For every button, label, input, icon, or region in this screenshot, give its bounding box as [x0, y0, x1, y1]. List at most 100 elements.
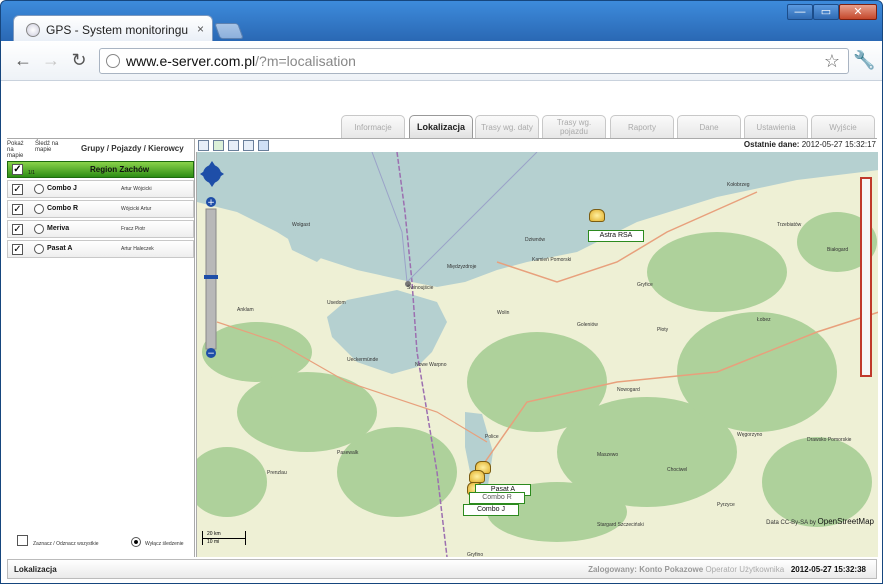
close-window-button[interactable]: ✕ — [839, 4, 877, 20]
place-label: Maszewo — [597, 452, 619, 458]
tab-6[interactable]: Dane — [677, 115, 741, 138]
wrench-icon[interactable]: 🔧 — [853, 50, 875, 71]
show-on-map-checkbox[interactable]: ✓ — [12, 244, 23, 255]
browser-toolbar: ← → ↻ www.e-server.com.pl/?m=localisatio… — [1, 41, 882, 81]
disable-tracking-radio[interactable] — [131, 537, 141, 547]
place-label: Białogard — [827, 247, 849, 253]
vehicle-row[interactable]: ✓ Combo R Wójcicki Artur — [7, 200, 194, 218]
window-icon[interactable] — [228, 140, 239, 151]
tab-4[interactable]: Trasy wg. pojazdu — [542, 115, 606, 138]
place-label: Łobez — [757, 317, 771, 323]
place-label: Pyrzyce — [717, 502, 735, 508]
last-data: Ostatnie dane: 2012-05-27 15:32:17 — [743, 140, 876, 149]
region-row[interactable]: ✓ 1/1 Region Zachów — [7, 161, 194, 178]
place-label: Prenzlau — [267, 470, 287, 476]
vehicle-label[interactable]: Astra RSA — [588, 230, 644, 242]
bookmark-star-icon[interactable]: ☆ — [824, 51, 840, 72]
tab-1[interactable]: Informacje — [341, 115, 405, 138]
vehicle-name: Pasat A — [47, 245, 73, 252]
vehicle-row[interactable]: ✓ Meriva Fracz Piotr — [7, 220, 194, 238]
col-show-label: Pokaż na mapie — [7, 141, 24, 159]
map-view[interactable]: + − Kołobrzeg Trzebiatów Białogard Gryfice P… — [196, 152, 878, 557]
tab-3[interactable]: Trasy wg. daty — [475, 115, 539, 138]
browser-window: GPS - System monitoringu × — ▭ ✕ ← → ↻ w… — [0, 0, 883, 584]
help-icon[interactable] — [258, 140, 269, 151]
tab-7[interactable]: Ustawienia — [744, 115, 808, 138]
scale-bar: 20 km 10 mi — [202, 531, 246, 545]
place-label: Wolin — [497, 310, 510, 316]
place-label: Kołobrzeg — [727, 182, 750, 188]
tab-title: GPS - System monitoringu — [46, 23, 189, 37]
place-label: Dziwnów — [525, 237, 546, 243]
url-text[interactable]: www.e-server.com.pl/?m=localisation — [126, 53, 356, 69]
place-label: Nowe Warpno — [415, 362, 447, 368]
place-label: Płoty — [657, 327, 669, 333]
tab-2[interactable]: Lokalizacja — [409, 115, 473, 138]
attribution: Data CC-By-SA by OpenStreetMap — [766, 517, 874, 526]
place-label: Trzebiatów — [777, 222, 802, 228]
maximize-button[interactable]: ▭ — [813, 4, 839, 20]
tab-8[interactable]: Wyjście — [811, 115, 875, 138]
save-icon[interactable] — [243, 140, 254, 151]
region-name: Region Zachów — [90, 165, 150, 174]
address-bar[interactable]: www.e-server.com.pl/?m=localisation ☆ — [99, 48, 849, 74]
vehicle-name: Combo R — [47, 205, 79, 212]
place-label: Węgorzyno — [737, 432, 763, 438]
vehicle-label[interactable]: Combo J — [463, 504, 519, 516]
place-label: Usedom — [327, 300, 346, 306]
place-label: Police — [485, 434, 499, 440]
place-label: Ueckermünde — [347, 357, 379, 363]
follow-radio[interactable] — [34, 204, 44, 214]
tab-5[interactable]: Raporty — [610, 115, 674, 138]
show-on-map-checkbox[interactable]: ✓ — [12, 204, 23, 215]
place-label: Anklam — [237, 307, 254, 313]
col-follow-label: Śledź na mapie — [35, 141, 59, 153]
scale-km: 20 km — [207, 531, 221, 537]
forward-icon[interactable]: → — [41, 51, 61, 71]
map-svg[interactable] — [197, 152, 878, 557]
show-on-map-checkbox[interactable]: ✓ — [12, 224, 23, 235]
place-label: Kamień Pomorski — [532, 257, 572, 263]
region-checkbox[interactable]: ✓ — [12, 164, 23, 175]
place-label: Gryfice — [637, 282, 653, 288]
globe-icon — [26, 23, 40, 37]
title-bar: GPS - System monitoringu × — ▭ ✕ — [1, 1, 882, 43]
tab-close-icon[interactable]: × — [197, 22, 204, 36]
place-label: Wolgast — [292, 222, 310, 228]
driver-name: Artur Wójcicki — [121, 186, 152, 192]
vehicle-row[interactable]: ✓ Combo J Artur Wójcicki — [7, 180, 194, 198]
select-all-checkbox[interactable] — [17, 535, 28, 546]
new-tab-button[interactable] — [214, 23, 244, 39]
follow-radio[interactable] — [34, 224, 44, 234]
minimize-button[interactable]: — — [787, 4, 813, 20]
place-label: Stargard Szczeciński — [597, 522, 644, 528]
browser-tab[interactable]: GPS - System monitoringu × — [13, 15, 213, 43]
place-label: Chociwel — [667, 467, 688, 473]
show-on-map-checkbox[interactable]: ✓ — [12, 184, 23, 195]
status-time: 2012-05-27 15:32:38 — [790, 565, 866, 574]
vehicle-label[interactable]: Combo R — [469, 492, 525, 504]
follow-radio[interactable] — [34, 244, 44, 254]
osm-link[interactable]: OpenStreetMap — [818, 517, 874, 526]
region-count: 1/1 — [28, 170, 35, 176]
vehicle-name: Combo J — [47, 185, 77, 192]
map-zoom-controls: + − — [200, 161, 224, 359]
place-label: Międzyzdroje — [447, 264, 477, 270]
status-page: Lokalizacja — [14, 565, 57, 574]
vehicle-row[interactable]: ✓ Pasat A Artur Haleczek — [7, 240, 194, 258]
scale-mi: 10 mi — [207, 539, 220, 545]
zoom-handle[interactable] — [204, 275, 218, 279]
select-all-label: Zaznacz / Odznacz wszystkie — [33, 541, 99, 547]
sidebar-header: Pokaż na mapie Śledź na mapie Grupy / Po… — [7, 139, 195, 159]
reload-icon[interactable]: ↻ — [69, 51, 89, 71]
back-icon[interactable]: ← — [13, 51, 33, 71]
vehicle-sidebar: Pokaż na mapie Śledź na mapie Grupy / Po… — [7, 139, 195, 557]
place-label: Gryfino — [467, 552, 484, 557]
follow-radio[interactable] — [34, 184, 44, 194]
home-icon[interactable] — [198, 140, 209, 151]
driver-name: Artur Haleczek — [121, 246, 154, 252]
status-user: Zalogowany: Konto Pokazowe Operator Użyt… — [588, 565, 866, 574]
vehicle-marker-icon[interactable] — [589, 209, 605, 222]
layer-switcher[interactable] — [860, 177, 872, 377]
refresh-icon[interactable] — [213, 140, 224, 151]
